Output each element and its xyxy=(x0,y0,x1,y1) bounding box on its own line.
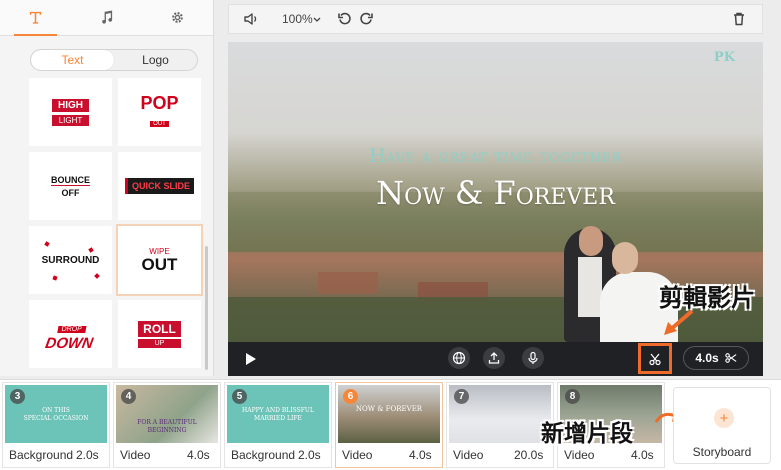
groom-head xyxy=(579,226,603,256)
template-label: BOUNCE xyxy=(50,174,90,186)
callout-add-clip: 新增片段 xyxy=(541,420,633,446)
groom-shirt xyxy=(578,257,602,317)
add-clip-button[interactable]: + Storyboard xyxy=(673,387,771,464)
confetti-icon xyxy=(94,273,100,279)
segment-text[interactable]: Text xyxy=(31,50,114,70)
template-label: SURROUND xyxy=(41,254,100,266)
clip-duration[interactable]: 20.0s xyxy=(514,448,543,462)
clip-type: Video xyxy=(342,448,373,462)
text-logo-toggle: Text Logo xyxy=(30,49,198,71)
confetti-icon xyxy=(44,241,50,247)
panel-scrollbar[interactable] xyxy=(205,246,208,370)
template-label: DROP xyxy=(56,325,87,333)
zoom-level[interactable]: 100% xyxy=(282,12,313,26)
tab-text[interactable] xyxy=(0,0,71,36)
template-label: HIGH xyxy=(52,98,89,112)
clip-number: 7 xyxy=(454,389,469,404)
chevron-down-icon[interactable] xyxy=(312,11,322,27)
clip-thumbnail[interactable]: 5 HAPPY AND BLISSFUL MARRIED LIFE xyxy=(227,385,329,443)
globe-icon xyxy=(452,351,466,365)
template-drop-down[interactable]: DROP DOWN xyxy=(29,300,112,368)
trash-icon[interactable] xyxy=(731,11,747,27)
gear-icon xyxy=(172,12,183,23)
playback-controls: 4.0s xyxy=(228,342,763,376)
clip-caption: NOW & FOREVER xyxy=(355,405,423,413)
trim-button[interactable] xyxy=(638,343,672,374)
text-icon xyxy=(29,11,42,24)
template-highlight[interactable]: HIGH LIGHT xyxy=(29,78,112,146)
clip-number: 5 xyxy=(232,389,247,404)
duration-value: 4.0s xyxy=(695,351,719,365)
play-icon[interactable] xyxy=(245,352,257,366)
tab-music[interactable] xyxy=(71,0,142,35)
clip-number: 3 xyxy=(10,389,25,404)
clip-thumbnail[interactable]: 7 xyxy=(449,385,551,443)
clip-type: Background xyxy=(9,448,74,462)
template-label: UP xyxy=(138,338,181,348)
storyboard-timeline: 3 ON THIS SPECIAL OCCASION Background 2.… xyxy=(0,379,781,470)
plus-icon: + xyxy=(714,408,734,428)
template-label: POP xyxy=(140,93,179,113)
template-pop-out[interactable]: POP OUT xyxy=(118,78,201,146)
clip-caption: ON THIS SPECIAL OCCASION xyxy=(23,407,89,422)
storyboard-label: Storyboard xyxy=(692,445,752,459)
clip-thumbnail[interactable]: 6 NOW & FOREVER xyxy=(338,385,440,443)
template-roll-up[interactable]: ROLL UP xyxy=(118,300,201,368)
template-quick-slide[interactable]: QUICK SLIDE xyxy=(118,152,201,220)
bride-head xyxy=(612,242,638,274)
microphone-button[interactable] xyxy=(522,347,544,369)
confetti-icon xyxy=(88,247,94,253)
volume-icon[interactable] xyxy=(243,11,259,27)
panel-tabs xyxy=(0,0,213,36)
template-label: OFF xyxy=(61,187,80,198)
duration-control[interactable]: 4.0s xyxy=(683,346,749,370)
upload-button[interactable] xyxy=(483,347,505,369)
template-label: OUT xyxy=(150,121,169,127)
clip-duration[interactable]: 4.0s xyxy=(187,448,210,462)
clip-number: 8 xyxy=(565,389,580,404)
segment-logo[interactable]: Logo xyxy=(114,50,197,70)
clip-number: 4 xyxy=(121,389,136,404)
clip-type: Video xyxy=(120,448,151,462)
clip-thumbnail[interactable]: 3 ON THIS SPECIAL OCCASION xyxy=(5,385,107,443)
clip-type: Video xyxy=(564,448,595,462)
redo-icon[interactable] xyxy=(358,11,374,27)
clip-caption: FOR A BEAUTIFUL BEGINNING xyxy=(137,419,197,434)
template-surround[interactable]: SURROUND xyxy=(29,226,112,294)
roof-shape xyxy=(318,272,378,294)
clip-type: Background xyxy=(231,448,296,462)
microphone-icon xyxy=(528,351,538,364)
video-preview[interactable]: PK Have a great time together Now & Fore… xyxy=(228,42,763,342)
template-label: QUICK SLIDE xyxy=(124,178,194,194)
template-label: OUT xyxy=(141,254,178,274)
upload-icon xyxy=(488,352,500,364)
preview-title-line2[interactable]: Now & Forever xyxy=(228,174,763,212)
clip-thumbnail[interactable]: 4 FOR A BEAUTIFUL BEGINNING xyxy=(116,385,218,443)
editor-toolbar: 100% xyxy=(228,4,763,34)
music-note-icon xyxy=(102,10,113,24)
tab-settings[interactable] xyxy=(142,0,213,35)
template-panel: Text Logo HIGH LIGHT POP OUT BOUNCE OFF xyxy=(0,0,214,376)
template-bounce-off[interactable]: BOUNCE OFF xyxy=(29,152,112,220)
template-label: ROLL xyxy=(138,320,181,337)
undo-icon[interactable] xyxy=(337,11,353,27)
confetti-icon xyxy=(52,275,58,281)
scissors-icon xyxy=(724,353,737,363)
template-wipe-out[interactable]: WIPE OUT xyxy=(118,226,201,294)
clip-number: 6 xyxy=(343,389,358,404)
watermark-logo: PK xyxy=(713,50,735,65)
clip-caption: HAPPY AND BLISSFUL MARRIED LIFE xyxy=(242,407,314,422)
template-label: LIGHT xyxy=(52,113,89,126)
clip-duration[interactable]: 4.0s xyxy=(631,448,654,462)
clip-type: Video xyxy=(453,448,484,462)
clip-duration[interactable]: 4.0s xyxy=(409,448,432,462)
arrow-down-left-icon xyxy=(664,309,694,335)
clip-duration[interactable]: 2.0s xyxy=(298,448,321,462)
language-button[interactable] xyxy=(448,347,470,369)
clip-duration[interactable]: 2.0s xyxy=(76,448,99,462)
template-label: DOWN xyxy=(43,334,95,352)
scissors-icon xyxy=(649,353,661,365)
preview-title-line1[interactable]: Have a great time together xyxy=(228,145,763,167)
